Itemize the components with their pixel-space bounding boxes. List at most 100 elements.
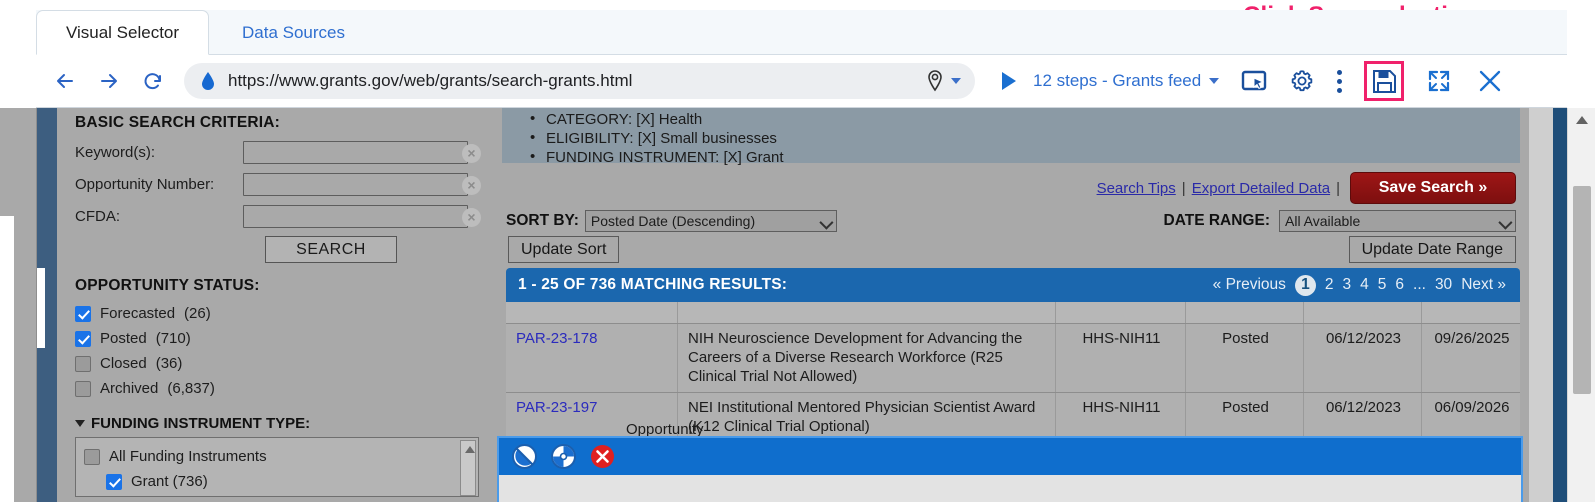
browser-toolbar: https://www.grants.gov/web/grants/search… (36, 55, 1567, 108)
water-drop-icon (200, 71, 216, 91)
address-bar[interactable]: https://www.grants.gov/web/grants/search… (184, 63, 975, 99)
search-tips-link[interactable]: Search Tips (1097, 180, 1176, 197)
opportunity-status-heading: OPPORTUNITY STATUS: (75, 277, 485, 295)
location-pin-button[interactable] (924, 69, 969, 93)
selection-toolbar (499, 438, 1521, 475)
pagination-page-1[interactable]: 1 (1295, 275, 1316, 296)
funding-label: Grant (736) (131, 473, 208, 490)
checkbox-icon[interactable] (75, 331, 91, 347)
select-element-button[interactable] (1241, 68, 1267, 94)
settings-button[interactable] (1289, 68, 1315, 94)
panel-divider (1553, 108, 1567, 502)
outer-scrollbar[interactable] (1567, 108, 1595, 502)
clear-icon[interactable]: × (462, 144, 481, 163)
forward-button[interactable] (94, 66, 124, 96)
close-button[interactable] (1476, 67, 1504, 95)
funding-instrument-heading[interactable]: FUNDING INSTRUMENT TYPE: (75, 415, 485, 432)
pagination-page-4[interactable]: 4 (1360, 276, 1369, 294)
status-item-closed[interactable]: Closed (36) (75, 351, 485, 376)
table-header-row (506, 302, 1520, 324)
status-item-forecasted[interactable]: Forecasted (26) (75, 301, 485, 326)
date-range-label: DATE RANGE: (1164, 212, 1271, 230)
remove-red-x-icon[interactable] (589, 443, 616, 470)
pagination-page-6[interactable]: 6 (1395, 276, 1404, 294)
checkbox-icon[interactable] (75, 306, 91, 322)
funding-label: All Funding Instruments (109, 448, 267, 465)
posted-date-cell: 06/12/2023 (1304, 393, 1422, 436)
status-item-posted[interactable]: Posted (710) (75, 326, 485, 351)
cfda-field-row: CFDA: × (75, 202, 485, 230)
status-count: (36) (156, 355, 183, 372)
clear-icon[interactable]: × (462, 208, 481, 227)
opportunity-number-link[interactable]: PAR-23-178 (506, 324, 678, 392)
chevron-down-icon (951, 78, 961, 84)
tab-data-sources-label: Data Sources (242, 23, 345, 43)
checkbox-icon[interactable] (75, 381, 91, 397)
table-row[interactable]: PAR-23-178 NIH Neuroscience Development … (506, 324, 1520, 393)
separator: | (1336, 180, 1340, 197)
play-button[interactable] (995, 68, 1021, 94)
criteria-item: CATEGORY: [X] Health (524, 110, 1520, 129)
tab-visual-selector[interactable]: Visual Selector (36, 10, 209, 55)
no-entry-icon[interactable] (511, 443, 538, 470)
sort-row: SORT BY: Posted Date (Descending) (506, 210, 837, 232)
search-criteria-sidebar: BASIC SEARCH CRITERIA: Keyword(s): × Opp… (59, 108, 485, 502)
date-range-select[interactable]: All Available (1279, 210, 1516, 232)
cfda-label: CFDA: (75, 208, 243, 225)
clear-icon[interactable]: × (462, 176, 481, 195)
pagination-previous[interactable]: « Previous (1213, 276, 1286, 294)
pagination-page-2[interactable]: 2 (1325, 276, 1334, 294)
funding-item-all[interactable]: All Funding Instruments (84, 444, 478, 469)
opportunity-number-input[interactable]: × (243, 173, 468, 196)
cfda-input[interactable]: × (243, 205, 468, 228)
chevron-down-icon (75, 420, 85, 427)
save-selections-button[interactable] (1364, 61, 1404, 101)
sort-by-select[interactable]: Posted Date (Descending) (585, 210, 837, 232)
status-label: Archived (100, 380, 158, 397)
status-item-archived[interactable]: Archived (6,837) (75, 376, 485, 401)
fullscreen-button[interactable] (1426, 68, 1452, 94)
reload-button[interactable] (138, 66, 168, 96)
keyword-input[interactable]: × (243, 141, 468, 164)
select-similar-icon[interactable] (550, 443, 577, 470)
opportunity-title: NEI Institutional Mentored Physician Sci… (678, 393, 1056, 436)
applied-criteria-list: CATEGORY: [X] Health ELIGIBILITY: [X] Sm… (502, 108, 1520, 163)
page-scrollbar-track[interactable] (1529, 108, 1553, 502)
close-icon (1476, 67, 1504, 95)
search-button[interactable]: SEARCH (265, 236, 397, 263)
scroll-up-arrow-icon[interactable] (1576, 116, 1588, 124)
steps-dropdown[interactable]: 12 steps - Grants feed (1033, 71, 1219, 91)
separator: | (1182, 180, 1186, 197)
update-sort-button[interactable]: Update Sort (508, 236, 619, 263)
pagination-page-3[interactable]: 3 (1343, 276, 1352, 294)
save-search-button[interactable]: Save Search » (1350, 172, 1516, 204)
pagination-page-5[interactable]: 5 (1378, 276, 1387, 294)
funding-item-grant[interactable]: Grant (736) (84, 469, 478, 494)
checkbox-icon[interactable] (84, 449, 100, 465)
export-data-link[interactable]: Export Detailed Data (1192, 180, 1330, 197)
menu-button[interactable] (1337, 70, 1342, 93)
funding-list-scrollbar[interactable] (460, 440, 476, 496)
checkbox-icon[interactable] (106, 474, 122, 490)
basic-search-heading: BASIC SEARCH CRITERIA: (75, 114, 485, 132)
sort-by-label: SORT BY: (506, 212, 579, 230)
pagination-next[interactable]: Next » (1461, 276, 1506, 294)
checkbox-icon[interactable] (75, 356, 91, 372)
status-label: Closed (100, 355, 147, 372)
date-range-row: DATE RANGE: All Available (1164, 210, 1517, 232)
tab-data-sources[interactable]: Data Sources (222, 10, 365, 55)
results-count-label: 1 - 25 OF 736 MATCHING RESULTS: (518, 276, 787, 294)
scrollbar-thumb[interactable] (1573, 186, 1591, 394)
play-icon (995, 68, 1021, 94)
back-button[interactable] (50, 66, 80, 96)
pagination-ellipsis: ... (1413, 276, 1426, 294)
location-pin-icon (924, 69, 946, 93)
results-header-bar: 1 - 25 OF 736 MATCHING RESULTS: « Previo… (506, 268, 1520, 302)
funding-instrument-list: All Funding Instruments Grant (736) (75, 437, 479, 497)
app-root: Click Save selections Visual Selector Da… (0, 0, 1595, 502)
close-date-cell: 06/09/2026 (1422, 393, 1520, 436)
status-label: Posted (100, 330, 147, 347)
expand-icon (1426, 68, 1452, 94)
update-date-range-button[interactable]: Update Date Range (1349, 236, 1516, 263)
pagination-page-30[interactable]: 30 (1435, 276, 1452, 294)
